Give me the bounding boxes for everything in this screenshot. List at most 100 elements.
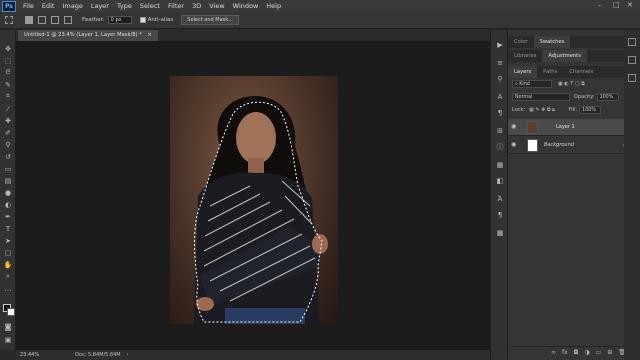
new-selection-icon[interactable]: [25, 16, 33, 24]
glyphs-panel-icon[interactable]: Ά: [495, 194, 505, 204]
status-menu-arrow-icon[interactable]: ›: [127, 352, 129, 358]
hand-tool-icon[interactable]: ✋: [3, 260, 13, 269]
menu-3d[interactable]: 3D: [188, 2, 205, 10]
maximize-button[interactable]: □: [613, 1, 620, 9]
select-and-mask-button[interactable]: Select and Mask...: [181, 15, 239, 25]
more-tools-icon[interactable]: …: [3, 284, 13, 293]
opacity-input[interactable]: 100%: [596, 93, 619, 101]
crop-tool-icon[interactable]: ⌗: [3, 92, 13, 101]
paragraph-panel-icon[interactable]: ¶: [495, 108, 505, 118]
panel-collapse-icon[interactable]: [628, 56, 636, 64]
tab-channels[interactable]: Channels: [563, 66, 599, 78]
add-selection-icon[interactable]: [38, 16, 46, 24]
menu-select[interactable]: Select: [136, 2, 164, 10]
intersect-selection-icon[interactable]: [64, 16, 72, 24]
tab-swatches[interactable]: Swatches: [533, 36, 571, 48]
document-tab-bar: Untitled-1 @ 23.4% (Layer 1, Layer Mask/…: [16, 30, 490, 41]
visibility-eye-icon[interactable]: ◉: [511, 142, 520, 148]
lock-row: Lock: ▦ ✎ ✥ ⧉ 🔒︎ Fill: 100%: [508, 106, 632, 114]
lasso-tool-icon[interactable]: ᘓ: [3, 68, 13, 77]
tab-layers[interactable]: Layers: [508, 66, 538, 78]
layers-bottom-toolbar: ∞ fx ◘ ◑ ▭ ⊞ 🗑︎: [508, 346, 632, 358]
properties-panel-icon[interactable]: ⊞: [495, 126, 505, 136]
background-color-swatch[interactable]: [7, 308, 15, 316]
menu-filter[interactable]: Filter: [164, 2, 188, 10]
marquee-tool-icon[interactable]: ⬚: [3, 56, 13, 65]
panel-extra-icon[interactable]: [628, 74, 636, 82]
blur-tool-icon[interactable]: ●: [3, 188, 13, 197]
lock-icons[interactable]: ▦ ✎ ✥ ⧉ 🔒︎: [529, 107, 555, 113]
kind-label: Kind: [519, 82, 530, 87]
character-panel-icon[interactable]: A: [495, 92, 505, 102]
add-mask-icon[interactable]: ◘: [574, 349, 579, 356]
eyedropper-tool-icon[interactable]: ⁄: [3, 104, 13, 113]
portrait-photo[interactable]: [170, 76, 338, 324]
layer-row-layer-1[interactable]: ◉ Layer 1: [508, 119, 632, 136]
link-layers-icon[interactable]: ∞: [551, 349, 556, 356]
shape-tool-icon[interactable]: ▢: [3, 248, 13, 257]
swatch-panel-icon[interactable]: ▦: [495, 160, 505, 170]
antialias-checkbox[interactable]: [139, 17, 146, 23]
menu-window[interactable]: Window: [229, 2, 263, 10]
menu-help[interactable]: Help: [262, 2, 285, 10]
history-panel-icon[interactable]: ▶: [495, 40, 505, 50]
new-layer-icon[interactable]: ⊞: [607, 349, 612, 356]
healing-brush-tool-icon[interactable]: ✚: [3, 116, 13, 125]
marquee-tool-icon[interactable]: [5, 16, 13, 24]
layer-name: Background: [544, 142, 574, 148]
tab-libraries[interactable]: Libraries: [508, 50, 542, 62]
layer-kind-filter[interactable]: ⌕ Kind: [512, 80, 552, 88]
eraser-tool-icon[interactable]: ▭: [3, 164, 13, 173]
tab-adjustments[interactable]: Adjustments: [542, 50, 587, 62]
options-bar: Feather: 0 px Anti-alias Select and Mask…: [0, 12, 640, 29]
clone-source-panel-icon[interactable]: ⚲: [495, 74, 505, 84]
info-panel-icon[interactable]: ⓘ: [495, 142, 505, 152]
zoom-level[interactable]: 23.44%: [20, 352, 39, 358]
menu-edit[interactable]: Edit: [38, 2, 59, 10]
zoom-tool-icon[interactable]: ⌕: [3, 272, 13, 281]
doc-size-info[interactable]: Doc: 5.84M/5.84M: [75, 352, 121, 358]
screen-mode-icon[interactable]: ▣: [3, 335, 13, 344]
fill-input[interactable]: 100%: [579, 106, 602, 114]
styles-panel-icon[interactable]: ◧: [495, 176, 505, 186]
layer-row-background[interactable]: ◉ Background 🔒︎: [508, 137, 632, 154]
quick-mask-icon[interactable]: ◙: [3, 322, 13, 331]
panel-menu-icon[interactable]: [628, 38, 636, 46]
brush-tool-icon[interactable]: ✐: [3, 128, 13, 137]
fx-icon[interactable]: fx: [562, 349, 568, 356]
type-tool-icon[interactable]: T: [3, 224, 13, 233]
tab-color[interactable]: Color: [508, 36, 534, 48]
path-selection-tool-icon[interactable]: ➤: [3, 236, 13, 245]
menu-file[interactable]: File: [19, 2, 38, 10]
move-tool-icon[interactable]: ✥: [3, 44, 13, 53]
paragraph-styles-panel-icon[interactable]: ¶: [495, 210, 505, 220]
clone-stamp-tool-icon[interactable]: ⚲: [3, 140, 13, 149]
feather-input[interactable]: 0 px: [107, 16, 132, 24]
group-folder-icon[interactable]: ▭: [596, 349, 602, 356]
filter-icons[interactable]: ▣ ◐ T ▢ ⧉: [558, 81, 585, 87]
blend-mode-select[interactable]: Normal: [512, 93, 570, 101]
menu-layer[interactable]: Layer: [87, 2, 113, 10]
menu-image[interactable]: Image: [58, 2, 86, 10]
history-brush-tool-icon[interactable]: ↺: [3, 152, 13, 161]
document-tab[interactable]: Untitled-1 @ 23.4% (Layer 1, Layer Mask/…: [18, 30, 158, 41]
menu-type[interactable]: Type: [113, 2, 136, 10]
visibility-eye-icon[interactable]: ◉: [511, 124, 520, 130]
adjustment-layer-icon[interactable]: ◑: [584, 349, 589, 356]
tab-paths[interactable]: Paths: [537, 66, 563, 78]
subtract-selection-icon[interactable]: [51, 16, 59, 24]
close-button[interactable]: ✕: [627, 1, 633, 9]
brush-presets-panel-icon[interactable]: ≡: [495, 58, 505, 68]
quick-select-tool-icon[interactable]: ✎: [3, 80, 13, 89]
timeline-panel-icon[interactable]: ▩: [495, 228, 505, 238]
dodge-tool-icon[interactable]: ◐: [3, 200, 13, 209]
canvas-area[interactable]: [16, 41, 490, 350]
pen-tool-icon[interactable]: ✒: [3, 212, 13, 221]
menu-view[interactable]: View: [205, 2, 228, 10]
portrait-illustration: [194, 96, 328, 324]
lock-label: Lock:: [512, 107, 526, 113]
status-bar: 23.44% Doc: 5.84M/5.84M ›: [16, 350, 490, 360]
minimize-button[interactable]: –: [598, 1, 602, 9]
close-tab-icon[interactable]: ×: [148, 32, 152, 38]
gradient-tool-icon[interactable]: ▤: [3, 176, 13, 185]
